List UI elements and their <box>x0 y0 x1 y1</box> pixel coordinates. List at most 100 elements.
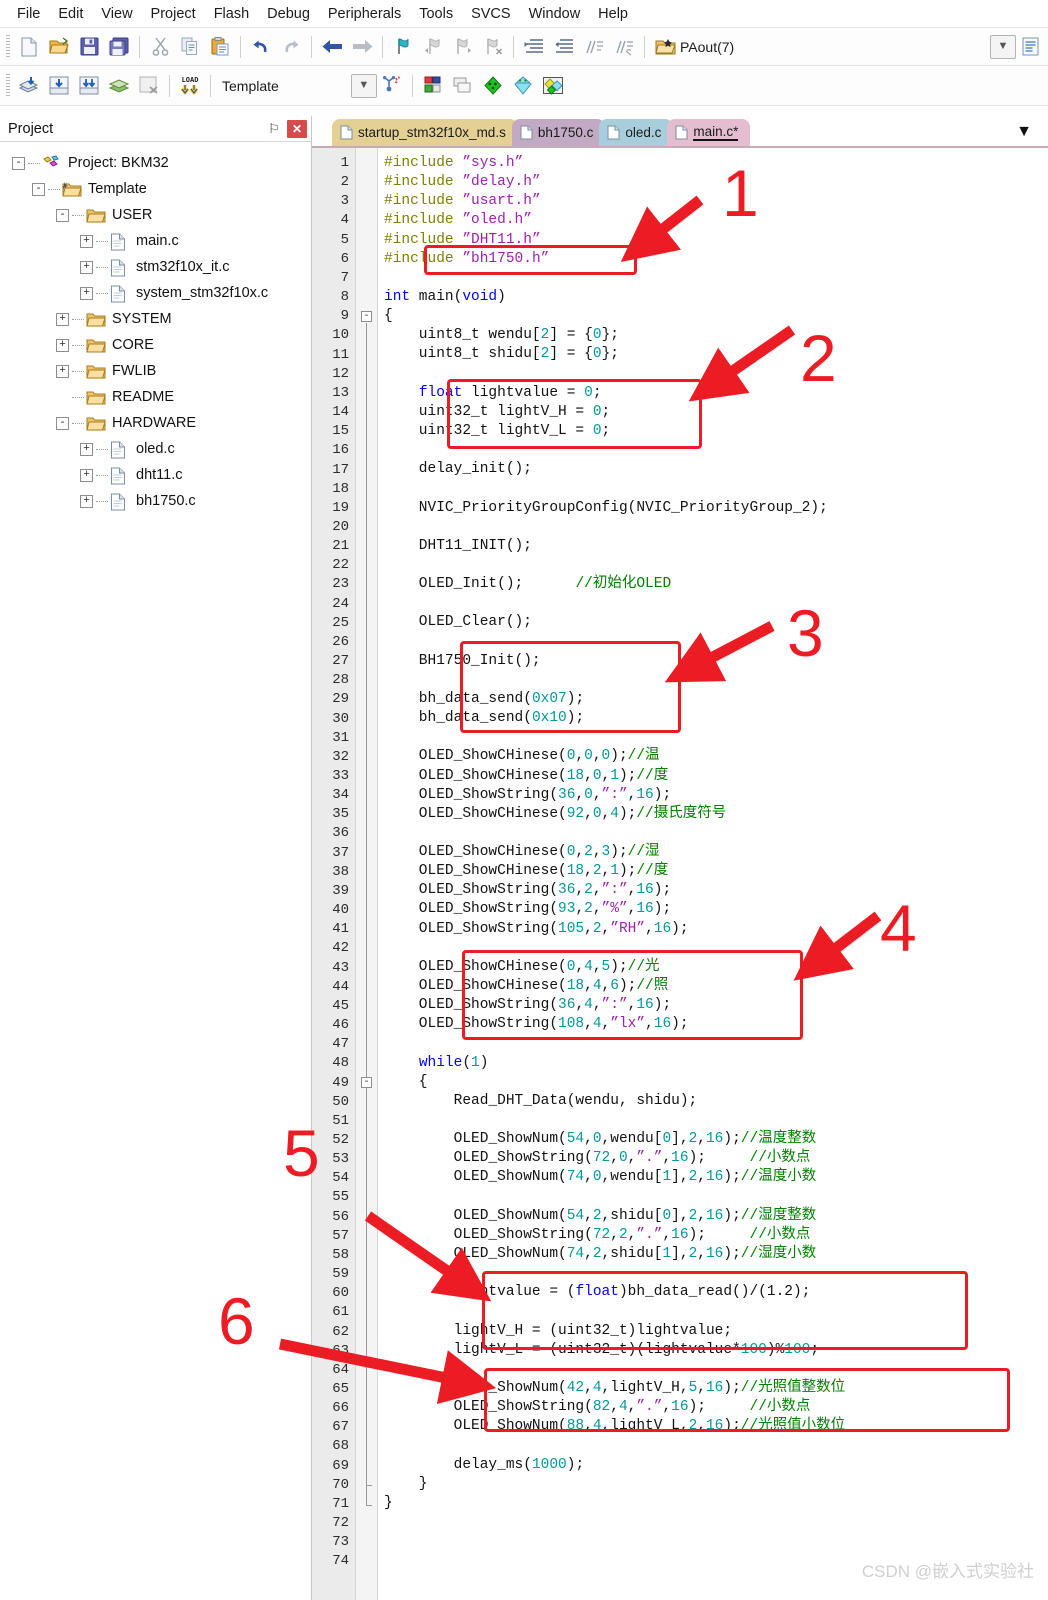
code-line[interactable]: OLED_ShowCHinese(0,0,0);//温 <box>384 747 1048 766</box>
cut-icon[interactable] <box>145 32 175 62</box>
code-line[interactable]: float lightvalue = 0; <box>384 384 1048 403</box>
code-line[interactable]: OLED_ShowString(36,4,”:”,16); <box>384 996 1048 1015</box>
save-icon[interactable] <box>74 32 104 62</box>
target-selector[interactable]: Template <box>216 71 281 101</box>
code-line[interactable]: OLED_ShowString(105,2,”RH”,16); <box>384 920 1048 939</box>
code-line[interactable] <box>384 1513 1048 1532</box>
editor-tab-oled-c[interactable]: oled.c <box>599 119 674 146</box>
code-line[interactable]: OLED_ShowString(72,0,”.”,16); //小数点 <box>384 1149 1048 1168</box>
code-line[interactable] <box>384 633 1048 652</box>
code-line[interactable]: OLED_ShowCHinese(0,4,5);//光 <box>384 958 1048 977</box>
code-line[interactable] <box>384 269 1048 288</box>
code-line[interactable]: OLED_ShowString(93,2,”%”,16); <box>384 900 1048 919</box>
code-line[interactable]: OLED_ShowNum(54,0,wendu[0],2,16);//温度整数 <box>384 1130 1048 1149</box>
code-line[interactable]: #include ”bh1750.h” <box>384 250 1048 269</box>
code-line[interactable] <box>384 728 1048 747</box>
editor-tab-main-c[interactable]: main.c* <box>667 119 751 146</box>
menu-item-flash[interactable]: Flash <box>205 4 258 24</box>
menu-item-peripherals[interactable]: Peripherals <box>319 4 410 24</box>
build-icon[interactable] <box>44 71 74 101</box>
code-line[interactable] <box>384 1264 1048 1283</box>
comment-icon[interactable] <box>579 32 609 62</box>
code-line[interactable] <box>384 1188 1048 1207</box>
expand-toggle-icon[interactable]: + <box>80 286 93 300</box>
menu-item-window[interactable]: Window <box>520 4 590 24</box>
manage-runtime-env-icon[interactable] <box>508 71 538 101</box>
code-line[interactable]: DHT11_INIT(); <box>384 537 1048 556</box>
code-line[interactable] <box>384 365 1048 384</box>
code-line[interactable]: uint32_t lightV_H = 0; <box>384 403 1048 422</box>
bookmark-prev-icon[interactable] <box>418 32 448 62</box>
code-line[interactable]: OLED_ShowNum(74,0,wendu[1],2,16);//温度小数 <box>384 1168 1048 1187</box>
open-file-icon[interactable] <box>44 32 74 62</box>
code-line[interactable] <box>384 939 1048 958</box>
code-editor[interactable]: 1 2 3 4 5 6 7 8 9 10 11 12 13 14 15 16 17 18 19 20 21 22 23 24 2… <box>312 148 1048 1600</box>
code-line[interactable] <box>384 479 1048 498</box>
manage-multi-project-icon[interactable] <box>448 71 478 101</box>
collapse-toggle-icon[interactable]: - <box>56 208 69 222</box>
code-line[interactable]: OLED_ShowNum(54,2,shidu[0],2,16);//湿度整数 <box>384 1207 1048 1226</box>
code-line[interactable] <box>384 594 1048 613</box>
fold-collapse-icon[interactable]: - <box>361 311 372 323</box>
code-line[interactable]: OLED_ShowNum(88,4,lightV_L,2,16);//光照值小数… <box>384 1417 1048 1436</box>
code-line[interactable] <box>384 1532 1048 1551</box>
navigate-forward-icon[interactable] <box>347 32 377 62</box>
tree-item-oled-c[interactable]: + oled.c <box>8 436 311 462</box>
tree-item-dht11-c[interactable]: + dht11.c <box>8 462 311 488</box>
tree-item-main-c[interactable]: + main.c <box>8 228 311 254</box>
code-line[interactable] <box>384 1111 1048 1130</box>
tree-item-fwlib[interactable]: + FWLIB <box>8 358 311 384</box>
fold-collapse-icon[interactable]: - <box>361 1077 372 1089</box>
indent-right-icon[interactable] <box>519 32 549 62</box>
code-line[interactable]: OLED_ShowString(36,0,”:”,16); <box>384 786 1048 805</box>
menu-item-edit[interactable]: Edit <box>49 4 92 24</box>
code-line[interactable] <box>384 441 1048 460</box>
code-line[interactable]: OLED_ShowString(108,4,”lx”,16); <box>384 1015 1048 1034</box>
code-line[interactable]: } <box>384 1494 1048 1513</box>
expand-toggle-icon[interactable]: + <box>80 468 93 482</box>
redo-icon[interactable] <box>276 32 306 62</box>
tree-item-template[interactable]: - Template <box>8 176 311 202</box>
tree-item-stm32f10x-it-c[interactable]: + stm32f10x_it.c <box>8 254 311 280</box>
code-line[interactable]: OLED_ShowCHinese(18,4,6);//照 <box>384 977 1048 996</box>
target-options-icon[interactable] <box>377 71 407 101</box>
code-line[interactable] <box>384 1302 1048 1321</box>
expand-toggle-icon[interactable]: + <box>80 494 93 508</box>
expand-toggle-icon[interactable]: + <box>56 312 69 326</box>
tree-item-system-stm32f10x-c[interactable]: + system_stm32f10x.c <box>8 280 311 306</box>
code-line[interactable]: #include ”usart.h” <box>384 192 1048 211</box>
paste-icon[interactable] <box>205 32 235 62</box>
code-line[interactable]: lightvalue = (float)bh_data_read()/(1.2)… <box>384 1283 1048 1302</box>
expand-toggle-icon[interactable]: + <box>80 260 93 274</box>
code-line[interactable]: { <box>384 1073 1048 1092</box>
code-line[interactable]: } <box>384 1475 1048 1494</box>
batch-build-icon[interactable] <box>104 71 134 101</box>
tree-item-readme[interactable]: README <box>8 384 311 410</box>
download-icon[interactable]: LOAD <box>175 71 205 101</box>
rebuild-icon[interactable] <box>74 71 104 101</box>
code-line[interactable]: OLED_ShowCHinese(18,0,1);//度 <box>384 767 1048 786</box>
code-line[interactable]: OLED_ShowString(82,4,”.”,16); //小数点 <box>384 1398 1048 1417</box>
menu-item-help[interactable]: Help <box>589 4 637 24</box>
code-line[interactable]: lightV_H = (uint32_t)lightvalue; <box>384 1322 1048 1341</box>
source-code-text[interactable]: #include ”sys.h” #include ”delay.h” #inclu… <box>378 148 1048 1600</box>
save-all-icon[interactable] <box>104 32 134 62</box>
menu-item-view[interactable]: View <box>92 4 141 24</box>
code-line[interactable]: uint32_t lightV_L = 0; <box>384 422 1048 441</box>
expand-toggle-icon[interactable]: + <box>56 338 69 352</box>
collapse-toggle-icon[interactable]: - <box>12 156 25 170</box>
menu-item-debug[interactable]: Debug <box>258 4 319 24</box>
code-line[interactable]: NVIC_PriorityGroupConfig(NVIC_PriorityGr… <box>384 499 1048 518</box>
tree-item-project-bkm32[interactable]: - Project: BKM32 <box>8 150 311 176</box>
menu-item-svcs[interactable]: SVCS <box>462 4 520 24</box>
toolbar-grip[interactable] <box>6 34 10 59</box>
translate-icon[interactable] <box>14 71 44 101</box>
collapse-toggle-icon[interactable]: - <box>56 416 69 430</box>
code-line[interactable] <box>384 1436 1048 1455</box>
code-line[interactable]: OLED_ShowCHinese(18,2,1);//度 <box>384 862 1048 881</box>
code-folding-gutter[interactable]: -- <box>356 148 378 1600</box>
menu-item-project[interactable]: Project <box>142 4 205 24</box>
pack-installer-icon[interactable] <box>478 71 508 101</box>
menu-item-tools[interactable]: Tools <box>410 4 462 24</box>
stop-build-icon[interactable] <box>134 71 164 101</box>
